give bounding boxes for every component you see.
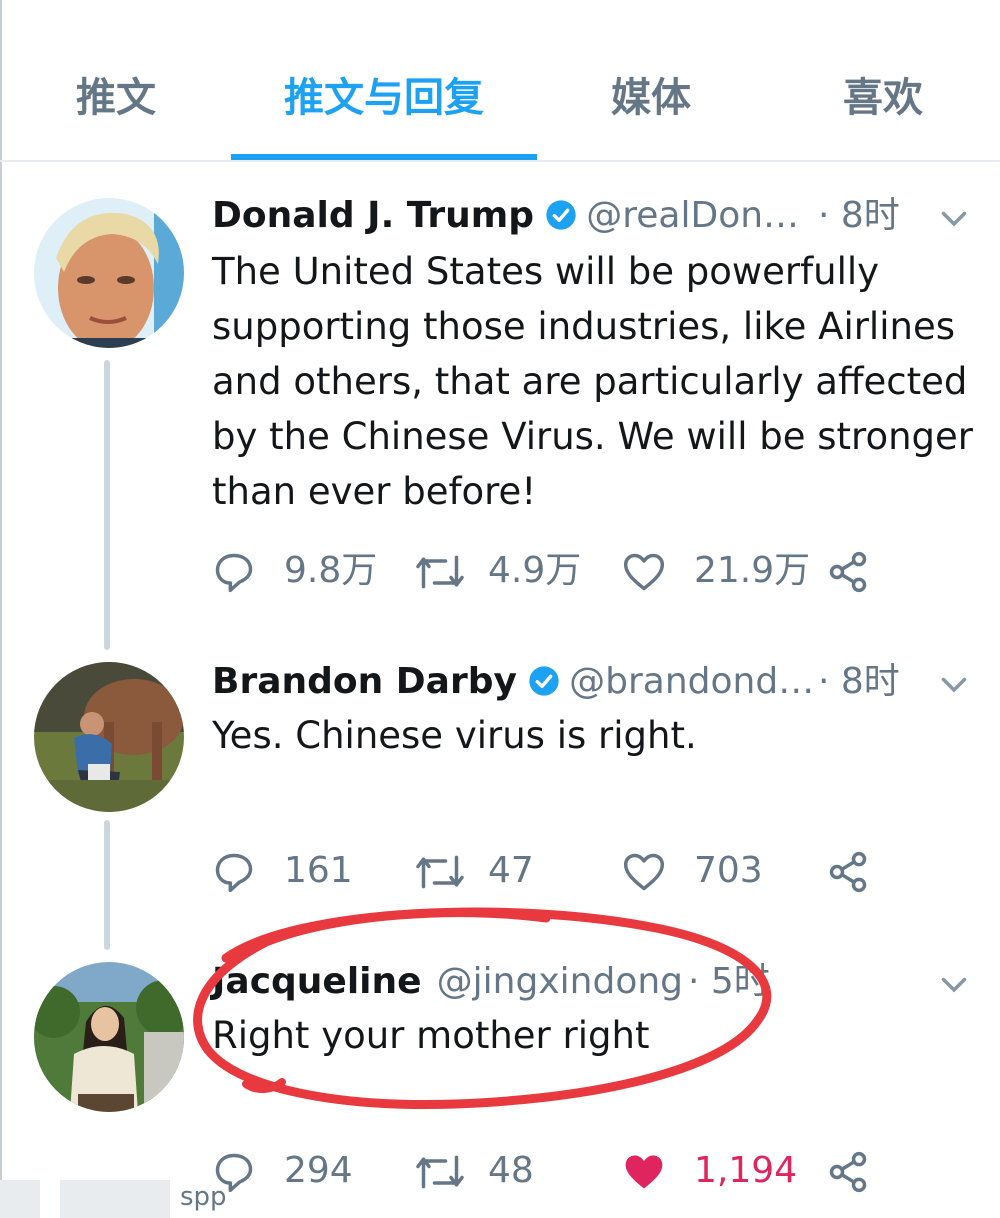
author-handle[interactable]: @realDon…: [586, 195, 799, 236]
reply-count: 9.8万: [284, 550, 378, 591]
share-icon: [829, 551, 867, 593]
tweet-text: Yes. Chinese virus is right.: [212, 714, 697, 757]
reply-count: 161: [284, 850, 353, 891]
avatar[interactable]: [34, 962, 184, 1112]
heart-icon: [623, 853, 665, 891]
author-name[interactable]: Brandon Darby: [212, 661, 517, 702]
tweet-actions: 161 47 703: [212, 841, 892, 901]
tweet-header: Donald J. Trump @realDon…: [212, 190, 799, 242]
watermark-text: spp: [180, 1182, 227, 1212]
avatar[interactable]: [34, 198, 184, 348]
author-handle[interactable]: @jingxindong: [437, 961, 683, 1002]
active-tab-indicator: [231, 154, 537, 160]
blurred-watermark: [0, 1180, 40, 1218]
tweet-text: The United States will be powerfully sup…: [212, 250, 973, 513]
reply-icon: [215, 553, 253, 593]
retweet-icon: [416, 555, 464, 589]
chevron-down-icon[interactable]: [936, 200, 972, 236]
thread-connector: [104, 360, 110, 650]
tweet-time: · 5时: [688, 961, 770, 1002]
tweet-text: Right your mother right: [212, 1014, 650, 1057]
share-icon: [829, 851, 867, 893]
tab-likes[interactable]: 喜欢: [822, 70, 944, 126]
tweet-time: · 8时: [818, 195, 900, 236]
tweet-actions: 9.8万 4.9万 21.9万: [212, 541, 892, 601]
retweet-count: 47: [488, 850, 534, 891]
avatar[interactable]: [34, 662, 184, 812]
tab-media[interactable]: 媒体: [590, 70, 712, 126]
verified-icon: [546, 200, 576, 230]
chevron-down-icon[interactable]: [936, 966, 972, 1002]
profile-tabs: 推文 推文与回复 媒体 喜欢: [0, 0, 1000, 162]
tweet-header: Brandon Darby @brandond…: [212, 656, 814, 708]
share-icon: [829, 1151, 867, 1193]
tweet-header: Jacqueline @jingxindong: [212, 956, 683, 1008]
reply-icon: [215, 853, 253, 893]
tab-tweets-and-replies[interactable]: 推文与回复: [241, 70, 527, 126]
author-handle[interactable]: @brandond…: [569, 661, 814, 702]
verified-icon: [529, 666, 559, 696]
retweet-count: 48: [488, 1150, 534, 1191]
tab-tweets[interactable]: 推文: [56, 70, 176, 126]
author-name[interactable]: Jacqueline: [212, 961, 422, 1002]
chevron-down-icon[interactable]: [936, 666, 972, 702]
like-count: 703: [694, 850, 763, 891]
reply-count: 294: [284, 1150, 353, 1191]
window-edge: [0, 0, 2, 1218]
like-count: 21.9万: [694, 550, 811, 591]
thread-connector: [104, 820, 110, 950]
blurred-watermark: [60, 1180, 170, 1218]
retweet-icon: [416, 855, 464, 889]
retweet-icon: [416, 1155, 464, 1189]
author-name[interactable]: Donald J. Trump: [212, 195, 534, 236]
tweet-time: · 8时: [818, 661, 900, 702]
heart-icon: [623, 553, 665, 591]
like-count: 1,194: [694, 1150, 798, 1191]
retweet-count: 4.9万: [488, 550, 582, 591]
heart-icon: [625, 1155, 663, 1189]
tweet-actions: 294 48 1,194: [212, 1141, 892, 1201]
